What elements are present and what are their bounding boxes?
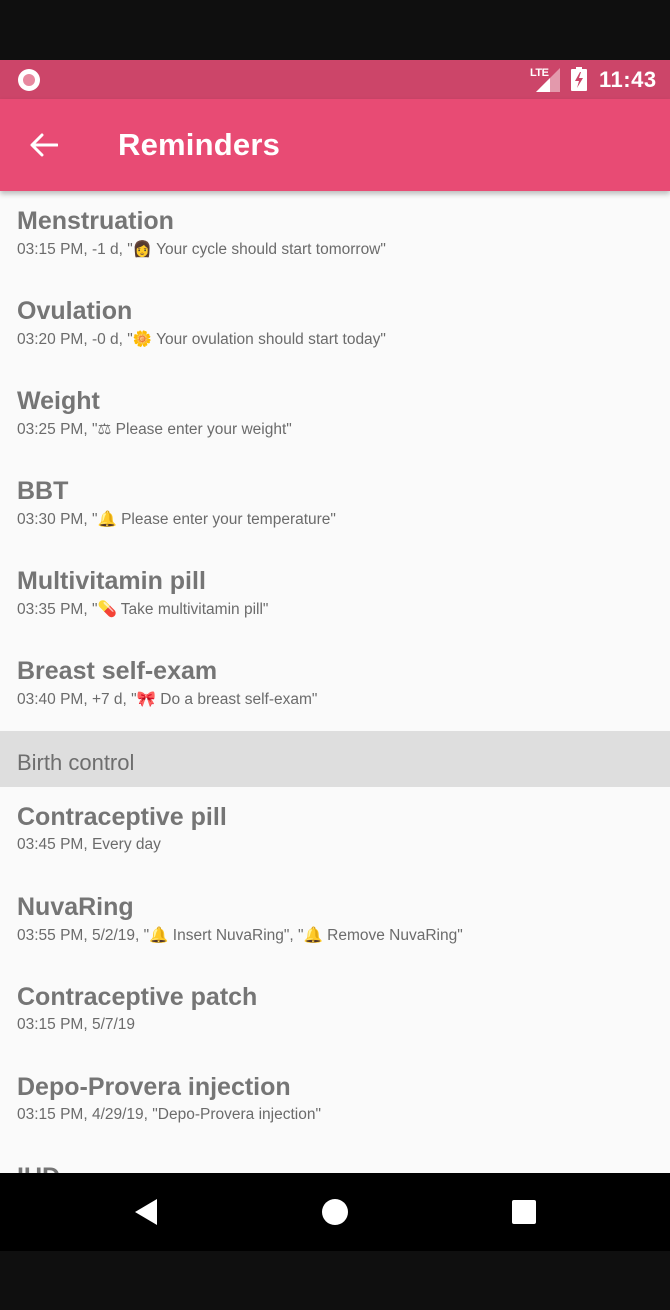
bottom-black-bar bbox=[0, 1251, 670, 1310]
section-header-label: Birth control bbox=[17, 750, 135, 775]
reminder-subtitle: 03:20 PM, -0 d, "🌼 Your ovulation should… bbox=[17, 331, 386, 348]
back-button[interactable] bbox=[18, 121, 70, 169]
signal-icon bbox=[536, 68, 560, 92]
nav-recents-button[interactable] bbox=[494, 1187, 554, 1237]
reminder-subtitle: 03:15 PM, 4/29/19, "Depo-Provera injecti… bbox=[17, 1106, 321, 1123]
reminder-multivitamin-pill[interactable]: Multivitamin pill 03:35 PM, "💊 Take mult… bbox=[0, 551, 670, 641]
reminder-contraceptive-pill[interactable]: Contraceptive pill 03:45 PM, Every day bbox=[0, 787, 670, 877]
reminder-subtitle: 03:25 PM, "⚖ Please enter your weight" bbox=[17, 421, 292, 438]
reminder-contraceptive-patch[interactable]: Contraceptive patch 03:15 PM, 5/7/19 bbox=[0, 967, 670, 1057]
nav-back-icon bbox=[135, 1199, 157, 1225]
reminder-title: Multivitamin pill bbox=[17, 567, 206, 595]
reminder-title: Menstruation bbox=[17, 207, 174, 235]
section-header-birth-control: Birth control bbox=[0, 731, 670, 787]
app-bar: Reminders bbox=[0, 99, 670, 191]
reminder-nuvaring[interactable]: NuvaRing 03:55 PM, 5/2/19, "🔔 Insert Nuv… bbox=[0, 877, 670, 967]
reminder-title: Breast self-exam bbox=[17, 657, 218, 685]
reminder-title: Depo-Provera injection bbox=[17, 1073, 291, 1101]
reminder-subtitle: 03:15 PM, -1 d, "👩 Your cycle should sta… bbox=[17, 241, 386, 258]
reminder-list[interactable]: Menstruation 03:15 PM, -1 d, "👩 Your cyc… bbox=[0, 191, 670, 1173]
reminder-menstruation[interactable]: Menstruation 03:15 PM, -1 d, "👩 Your cyc… bbox=[0, 191, 670, 281]
reminder-subtitle: 03:40 PM, +7 d, "🎀 Do a breast self-exam… bbox=[17, 691, 318, 708]
nav-home-icon bbox=[322, 1199, 348, 1225]
clock: 11:43 bbox=[599, 67, 657, 92]
reminder-title: Ovulation bbox=[17, 297, 133, 325]
reminder-subtitle: 03:15 PM, 5/7/19 bbox=[17, 1016, 136, 1033]
reminder-title: IUD bbox=[17, 1163, 60, 1173]
reminder-depo-provera-injection[interactable]: Depo-Provera injection 03:15 PM, 4/29/19… bbox=[0, 1057, 670, 1147]
nav-home-button[interactable] bbox=[305, 1187, 365, 1237]
reminder-iud[interactable]: IUD bbox=[0, 1147, 670, 1173]
reminder-title: Contraceptive pill bbox=[17, 803, 227, 831]
page-title: Reminders bbox=[118, 127, 281, 162]
reminder-title: BBT bbox=[17, 477, 69, 505]
status-bar: LTE 11:43 bbox=[0, 60, 670, 99]
reminder-subtitle: 03:30 PM, "🔔 Please enter your temperatu… bbox=[17, 511, 336, 528]
reminder-bbt[interactable]: BBT 03:30 PM, "🔔 Please enter your tempe… bbox=[0, 461, 670, 551]
reminder-breast-self-exam[interactable]: Breast self-exam 03:40 PM, +7 d, "🎀 Do a… bbox=[0, 641, 670, 731]
navigation-bar bbox=[0, 1173, 670, 1251]
battery-charging-icon bbox=[571, 67, 587, 91]
nav-recents-icon bbox=[512, 1200, 536, 1224]
reminder-subtitle: 03:45 PM, Every day bbox=[17, 836, 161, 853]
reminder-ovulation[interactable]: Ovulation 03:20 PM, -0 d, "🌼 Your ovulat… bbox=[0, 281, 670, 371]
nav-back-button[interactable] bbox=[116, 1187, 176, 1237]
reminder-title: Weight bbox=[17, 387, 100, 415]
reminder-subtitle: 03:55 PM, 5/2/19, "🔔 Insert NuvaRing", "… bbox=[17, 927, 463, 944]
arrow-back-icon bbox=[30, 133, 58, 157]
reminder-subtitle: 03:35 PM, "💊 Take multivitamin pill" bbox=[17, 601, 269, 618]
reminder-title: NuvaRing bbox=[17, 893, 134, 921]
recording-icon bbox=[18, 69, 40, 91]
top-black-bar bbox=[0, 0, 670, 60]
reminder-weight[interactable]: Weight 03:25 PM, "⚖ Please enter your we… bbox=[0, 371, 670, 461]
reminder-title: Contraceptive patch bbox=[17, 983, 258, 1011]
